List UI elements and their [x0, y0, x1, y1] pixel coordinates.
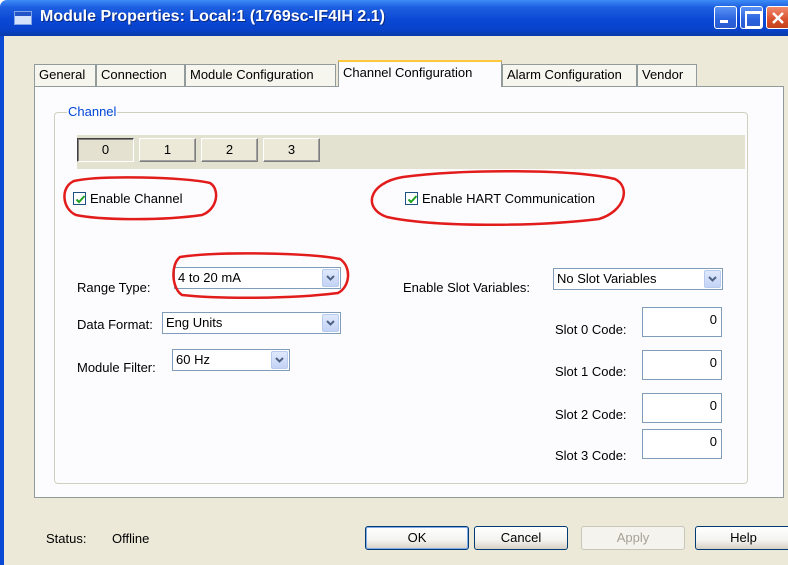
- enable-channel-checkbox[interactable]: [73, 192, 86, 205]
- channel-2-button[interactable]: 2: [201, 138, 258, 162]
- slot-variables-label: Enable Slot Variables:: [403, 280, 530, 295]
- apply-button[interactable]: Apply: [581, 526, 685, 550]
- checkmark-icon: [407, 195, 418, 204]
- slot-1-code-input[interactable]: 0: [642, 350, 722, 380]
- cancel-button[interactable]: Cancel: [474, 526, 568, 550]
- channel-configuration-panel: Channel 0 1 2 3 Enable Channel Enable HA…: [34, 86, 784, 498]
- slot-0-code-input[interactable]: 0: [642, 307, 722, 337]
- tab-channel-configuration[interactable]: Channel Configuration: [338, 60, 502, 87]
- channel-1-button[interactable]: 1: [139, 138, 196, 162]
- slot-1-code-label: Slot 1 Code:: [555, 364, 627, 379]
- module-filter-select[interactable]: 60 Hz: [172, 349, 290, 371]
- slot-2-code-input[interactable]: 0: [642, 393, 722, 423]
- status-value: Offline: [112, 531, 150, 546]
- tab-module-configuration[interactable]: Module Configuration: [185, 64, 336, 86]
- close-button[interactable]: [766, 6, 788, 29]
- enable-hart-row[interactable]: Enable HART Communication: [405, 191, 595, 206]
- data-format-label: Data Format:: [77, 317, 153, 332]
- close-icon: [772, 12, 784, 24]
- slot-2-code-value: 0: [709, 398, 717, 413]
- channel-3-button[interactable]: 3: [263, 138, 320, 162]
- tab-vendor[interactable]: Vendor: [637, 64, 697, 86]
- enable-hart-label: Enable HART Communication: [422, 191, 595, 206]
- minimize-button[interactable]: [714, 6, 737, 29]
- tab-connection[interactable]: Connection: [96, 64, 185, 86]
- channel-group-title: Channel: [67, 104, 118, 119]
- slot-1-code-value: 0: [709, 355, 717, 370]
- title-bar[interactable]: Module Properties: Local:1 (1769sc-IF4IH…: [0, 0, 788, 36]
- enable-hart-checkbox[interactable]: [405, 192, 418, 205]
- slot-0-code-value: 0: [709, 312, 717, 327]
- tab-alarm-configuration[interactable]: Alarm Configuration: [502, 64, 637, 86]
- slot-0-code-label: Slot 0 Code:: [555, 322, 627, 337]
- status-label: Status:: [46, 531, 87, 546]
- slot-3-code-label: Slot 3 Code:: [555, 448, 627, 463]
- module-filter-label: Module Filter:: [77, 360, 156, 375]
- slot-variables-value: No Slot Variables: [557, 271, 657, 286]
- range-type-label: Range Type:: [77, 280, 151, 295]
- maximize-button[interactable]: [740, 6, 763, 29]
- data-format-select[interactable]: Eng Units: [162, 312, 341, 334]
- enable-channel-row[interactable]: Enable Channel: [73, 191, 183, 206]
- window-title: Module Properties: Local:1 (1769sc-IF4IH…: [40, 8, 385, 25]
- data-format-value: Eng Units: [166, 315, 223, 330]
- ok-button[interactable]: OK: [365, 526, 469, 550]
- slot-3-code-input[interactable]: 0: [642, 429, 722, 459]
- checkmark-icon: [75, 195, 86, 204]
- channel-selector: 0 1 2 3: [77, 135, 745, 169]
- slot-2-code-label: Slot 2 Code:: [555, 407, 627, 422]
- help-button[interactable]: Help: [695, 526, 788, 550]
- module-filter-value: 60 Hz: [176, 352, 210, 367]
- slot-3-code-value: 0: [709, 434, 717, 449]
- window-icon: [14, 11, 32, 25]
- slot-variables-select[interactable]: No Slot Variables: [553, 268, 723, 290]
- range-type-value: 4 to 20 mA: [178, 270, 241, 285]
- range-type-select[interactable]: 4 to 20 mA: [174, 267, 341, 289]
- channel-0-button[interactable]: 0: [77, 138, 134, 162]
- chevron-down-icon[interactable]: [271, 351, 288, 369]
- chevron-down-icon[interactable]: [322, 314, 339, 332]
- tab-general[interactable]: General: [34, 64, 96, 86]
- chevron-down-icon[interactable]: [322, 269, 339, 287]
- dialog-body: General Connection Module Configuration …: [0, 36, 788, 565]
- enable-channel-label: Enable Channel: [90, 191, 183, 206]
- chevron-down-icon[interactable]: [704, 270, 721, 288]
